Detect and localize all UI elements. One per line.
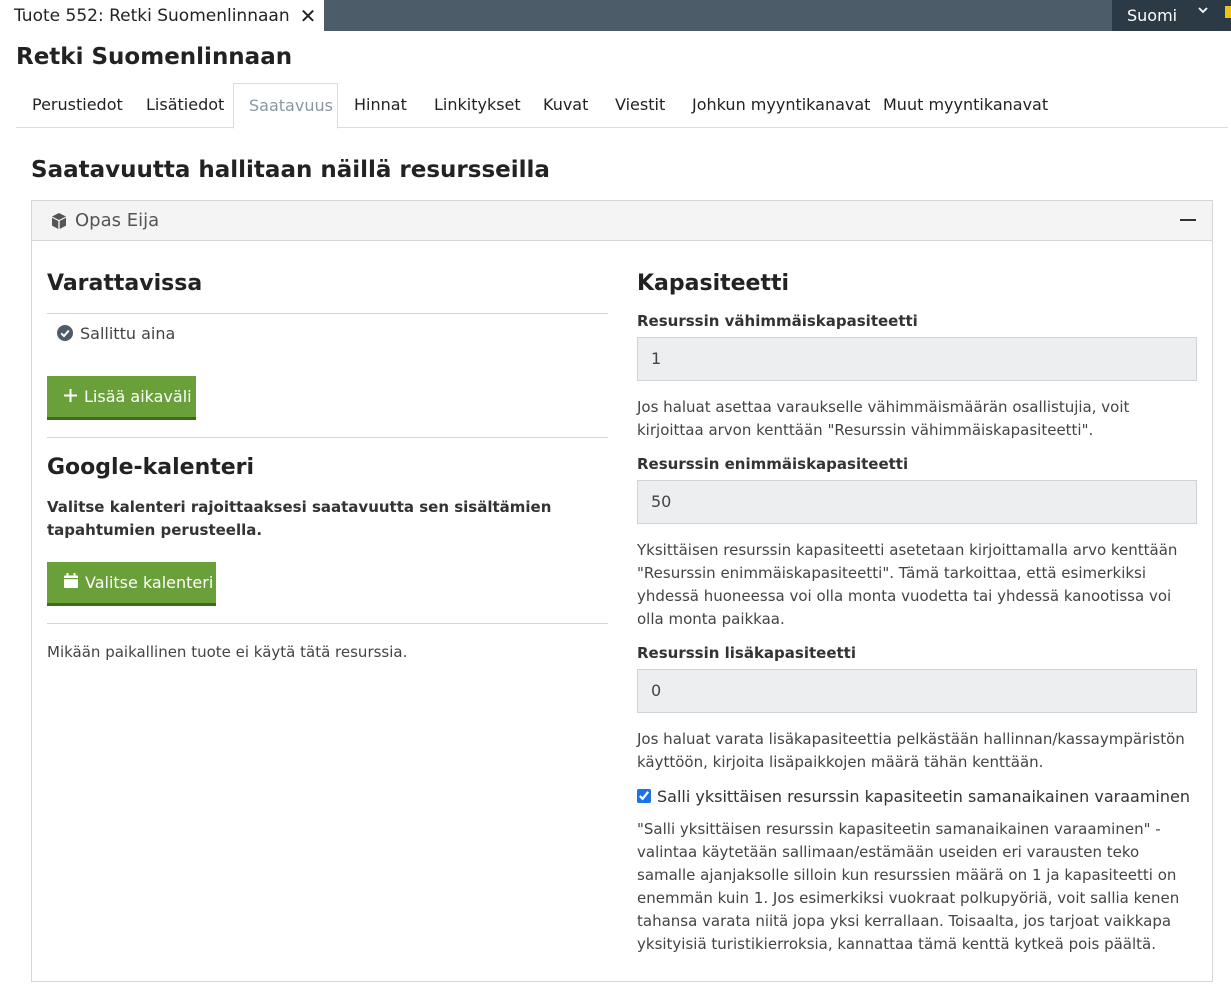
extra-capacity-label: Resurssin lisäkapasiteetti	[637, 644, 856, 662]
max-capacity-help: Yksittäisen resurssin kapasiteetti asete…	[637, 541, 1178, 628]
add-interval-button[interactable]: Lisää aikaväli	[47, 376, 196, 420]
divider	[47, 623, 608, 624]
cube-icon	[50, 212, 68, 230]
extra-capacity-help: Jos haluat varata lisäkapasiteettia pelk…	[637, 730, 1185, 771]
tab-muut-myyntikanavat[interactable]: Muut myyntikanavat	[883, 83, 1048, 128]
tab-saatavuus[interactable]: Saatavuus	[233, 83, 338, 129]
tab-johkun-myyntikanavat[interactable]: Johkun myyntikanavat	[692, 83, 870, 128]
tab-kuvat[interactable]: Kuvat	[543, 83, 588, 128]
min-capacity-input[interactable]: 1	[637, 337, 1197, 381]
resource-panel: Opas Eija Varattavissa Sallittu aina Lis…	[31, 200, 1213, 982]
calendar-icon	[64, 573, 78, 592]
page-title: Retki Suomenlinnaan	[16, 44, 293, 70]
check-circle-icon	[57, 325, 73, 345]
resource-name: Opas Eija	[75, 210, 160, 231]
section-title: Saatavuutta hallitaan näillä resursseill…	[31, 157, 550, 183]
max-capacity-label: Resurssin enimmäiskapasiteetti	[637, 455, 909, 473]
document-tab[interactable]: Tuote 552: Retki Suomenlinnaan ✕	[0, 0, 324, 31]
google-calendar-title: Google-kalenteri	[47, 455, 255, 480]
chevron-down-icon	[1198, 4, 1208, 19]
close-icon[interactable]: ✕	[300, 6, 317, 26]
language-label: Suomi	[1127, 6, 1178, 25]
plus-icon	[64, 387, 77, 406]
google-calendar-description: Valitse kalenteri rajoittaaksesi saatavu…	[47, 498, 552, 539]
divider	[47, 437, 608, 438]
document-tab-title: Tuote 552: Retki Suomenlinnaan	[14, 5, 290, 26]
concurrent-booking-checkbox[interactable]	[637, 789, 651, 803]
language-selector[interactable]: Suomi	[1112, 0, 1218, 31]
local-product-note: Mikään paikallinen tuote ei käytä tätä r…	[47, 643, 408, 661]
tab-linkitykset[interactable]: Linkitykset	[434, 83, 521, 128]
resource-panel-header[interactable]: Opas Eija	[32, 201, 1212, 241]
tab-viestit[interactable]: Viestit	[615, 83, 665, 128]
min-capacity-label: Resurssin vähimmäiskapasiteetti	[637, 312, 918, 330]
concurrent-booking-help: "Salli yksittäisen resurssin kapasiteeti…	[637, 820, 1180, 953]
extra-capacity-input[interactable]: 0	[637, 669, 1197, 713]
tab-lisatiedot[interactable]: Lisätiedot	[146, 83, 224, 128]
availability-title: Varattavissa	[47, 271, 203, 296]
notification-marker-icon	[1225, 6, 1231, 18]
collapse-icon[interactable]	[1180, 219, 1196, 221]
tab-perustiedot[interactable]: Perustiedot	[32, 83, 123, 128]
max-capacity-input[interactable]: 50	[637, 480, 1197, 524]
tab-hinnat[interactable]: Hinnat	[354, 83, 407, 128]
concurrent-booking-label[interactable]: Salli yksittäisen resurssin kapasiteetin…	[657, 785, 1190, 808]
min-capacity-help: Jos haluat asettaa varaukselle vähimmäis…	[637, 398, 1130, 439]
capacity-title: Kapasiteetti	[637, 271, 790, 296]
divider	[47, 313, 608, 314]
choose-calendar-button[interactable]: Valitse kalenteri	[47, 562, 216, 606]
choose-calendar-label: Valitse kalenteri	[85, 573, 214, 592]
add-interval-label: Lisää aikaväli	[84, 387, 192, 406]
tab-bar: Perustiedot Lisätiedot Saatavuus Hinnat …	[16, 83, 1228, 129]
availability-status: Sallittu aina	[80, 324, 176, 343]
top-bar-edge	[1218, 0, 1231, 31]
